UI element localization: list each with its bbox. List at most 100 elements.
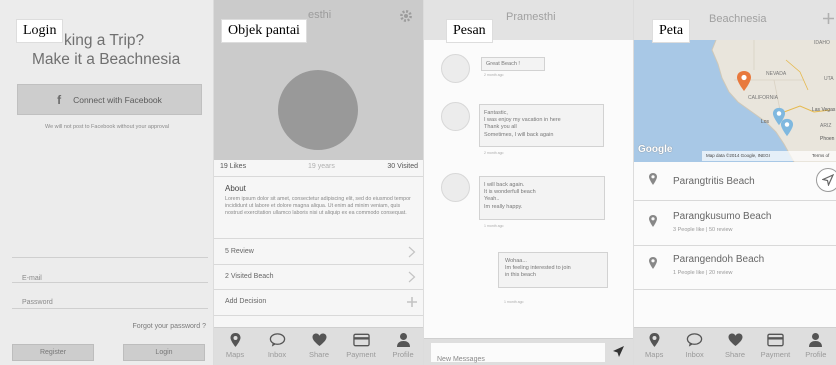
map-attribution: Map data ©2014 Google, INEGI [706, 153, 770, 158]
tab-profile[interactable]: Profile [382, 328, 424, 365]
headline-line-1: king a Trip? [64, 32, 145, 49]
beach-name: Parangendoh Beach [673, 254, 765, 265]
tab-payment[interactable]: Payment [755, 328, 795, 365]
tab-label: Maps [645, 350, 664, 359]
compose-bar: New Messages [424, 338, 634, 365]
tab-label: Payment [346, 350, 376, 359]
map-pin-icon[interactable] [780, 118, 794, 137]
facebook-connect-button[interactable]: f Connect with Facebook [17, 84, 202, 115]
map-label-los-angeles: Los [761, 119, 770, 125]
tab-inbox[interactable]: Inbox [674, 328, 714, 365]
menu-item-add-decision[interactable]: Add Decision [214, 290, 424, 314]
menu-item-label: Add Decision [225, 298, 267, 305]
map-label-phoenix: Phoen [820, 136, 835, 142]
email-field[interactable]: E-mail [12, 257, 208, 283]
user-icon [809, 333, 823, 347]
tab-share[interactable]: Share [715, 328, 755, 365]
bottom-tab-bar: Maps Inbox Share Payment Profile [214, 327, 424, 365]
divider-line [214, 315, 424, 316]
menu-item-reviews[interactable]: 5 Review [214, 239, 424, 263]
menu-item-label: 2 Visited Beach [225, 273, 274, 280]
message-time: 1 month ago [484, 224, 504, 228]
heart-icon [312, 333, 326, 346]
map-pin-icon [649, 215, 657, 227]
message-bubble: Fantastic, I was enjoy my vacation in he… [479, 104, 604, 147]
map-pin-icon [649, 173, 657, 185]
register-button[interactable]: Register [12, 344, 94, 361]
sender-avatar [441, 102, 470, 131]
message-text: Fantastic, I was enjoy my vacation in he… [484, 110, 561, 138]
tab-label: Inbox [685, 350, 704, 359]
map-pin-icon [649, 257, 657, 269]
conversation-title: Pramesthi [506, 11, 556, 23]
list-item[interactable]: Parangkusumo Beach 3 People like | 50 re… [634, 201, 836, 244]
map-label-california: CALIFORNIA [748, 95, 779, 101]
google-logo: Google [638, 144, 673, 155]
chevron-right-icon [408, 246, 416, 258]
facebook-button-label: Connect with Facebook [73, 94, 162, 105]
map-label-las-vegas: Las Vegas [812, 107, 836, 113]
beach-name: Parangtritis Beach [673, 176, 755, 187]
message-time: 2 month ago [484, 73, 504, 77]
divider-line [214, 176, 424, 177]
list-item[interactable]: Parangtritis Beach [634, 162, 836, 200]
card-icon [352, 333, 370, 347]
plus-icon[interactable] [822, 12, 835, 25]
tab-maps[interactable]: Maps [214, 328, 256, 365]
tab-label: Share [725, 350, 746, 359]
screen-caption-login: Login [16, 19, 64, 43]
navigate-button[interactable] [816, 168, 836, 192]
list-item[interactable]: Parangendoh Beach 1 People like | 20 rev… [634, 246, 836, 288]
map-view[interactable]: IDAHO NEVADA UTA CALIFORNIA Las Vegas Lo… [634, 40, 836, 162]
tab-label: Share [308, 350, 329, 359]
screen-caption-objek-pantai: Objek pantai [221, 19, 307, 43]
password-placeholder: Password [22, 299, 53, 306]
map-terms-link[interactable]: Terms of [812, 153, 829, 158]
tab-label: Maps [225, 350, 245, 359]
send-icon[interactable] [612, 345, 625, 358]
about-text: Lorem ipsum dolor sit amet, consectetur … [225, 196, 411, 216]
login-button[interactable]: Login [123, 344, 205, 361]
sender-avatar [441, 54, 470, 83]
forgot-password-link[interactable]: Forgot your password ? [132, 323, 206, 330]
tab-payment[interactable]: Payment [340, 328, 382, 365]
header-title: esthi [308, 9, 332, 21]
map-pin-icon[interactable] [736, 70, 752, 92]
screen-caption-peta: Peta [652, 19, 691, 43]
tab-label: Inbox [267, 350, 287, 359]
facebook-icon: f [57, 92, 62, 107]
tab-label: Profile [392, 350, 414, 359]
map-label-utah: UTA [824, 76, 834, 82]
tab-maps[interactable]: Maps [634, 328, 674, 365]
message-text: Wohaa... Im feeling interested to join i… [505, 258, 571, 279]
facebook-disclaimer: We will not post to Facebook without you… [44, 124, 170, 130]
beach-meta: 3 People like | 50 review [673, 227, 733, 233]
message-input[interactable]: New Messages [431, 343, 605, 363]
visited-count: 30 Visited [387, 163, 418, 170]
map-label-arizona: ARIZ [820, 123, 832, 129]
app-title: Beachnesia [709, 13, 767, 25]
gear-icon[interactable] [399, 9, 413, 23]
chevron-right-icon [408, 271, 416, 283]
card-icon [767, 333, 784, 347]
message-bubble-outgoing: Wohaa... Im feeling interested to join i… [498, 252, 608, 288]
tab-profile[interactable]: Profile [796, 328, 836, 365]
message-text: Great Beach ! [486, 61, 520, 67]
message-time: 1 month ago [504, 300, 524, 304]
beach-name: Parangkusumo Beach [673, 211, 772, 222]
tab-inbox[interactable]: Inbox [256, 328, 298, 365]
navigation-arrow-icon [822, 174, 834, 186]
message-bubble: Great Beach ! [481, 57, 545, 71]
tab-label: Profile [805, 350, 827, 359]
map-attribution-bar: Map data ©2014 Google, INEGI Terms of [702, 151, 836, 161]
years-count: 19 years [308, 163, 335, 170]
sender-avatar [441, 173, 470, 202]
avatar [278, 70, 358, 150]
password-field[interactable]: Password [12, 283, 208, 309]
email-placeholder: E-mail [22, 275, 42, 282]
map-screen: Peta Beachnesia IDAHO NEVADA UTA CALIFOR… [634, 0, 836, 365]
tab-share[interactable]: Share [298, 328, 340, 365]
message-text: I will back again. It is wonderfull beac… [484, 182, 536, 210]
menu-item-visited-beach[interactable]: 2 Visited Beach [214, 265, 424, 289]
message-list: Great Beach ! 2 month ago Fantastic, I w… [424, 40, 634, 338]
